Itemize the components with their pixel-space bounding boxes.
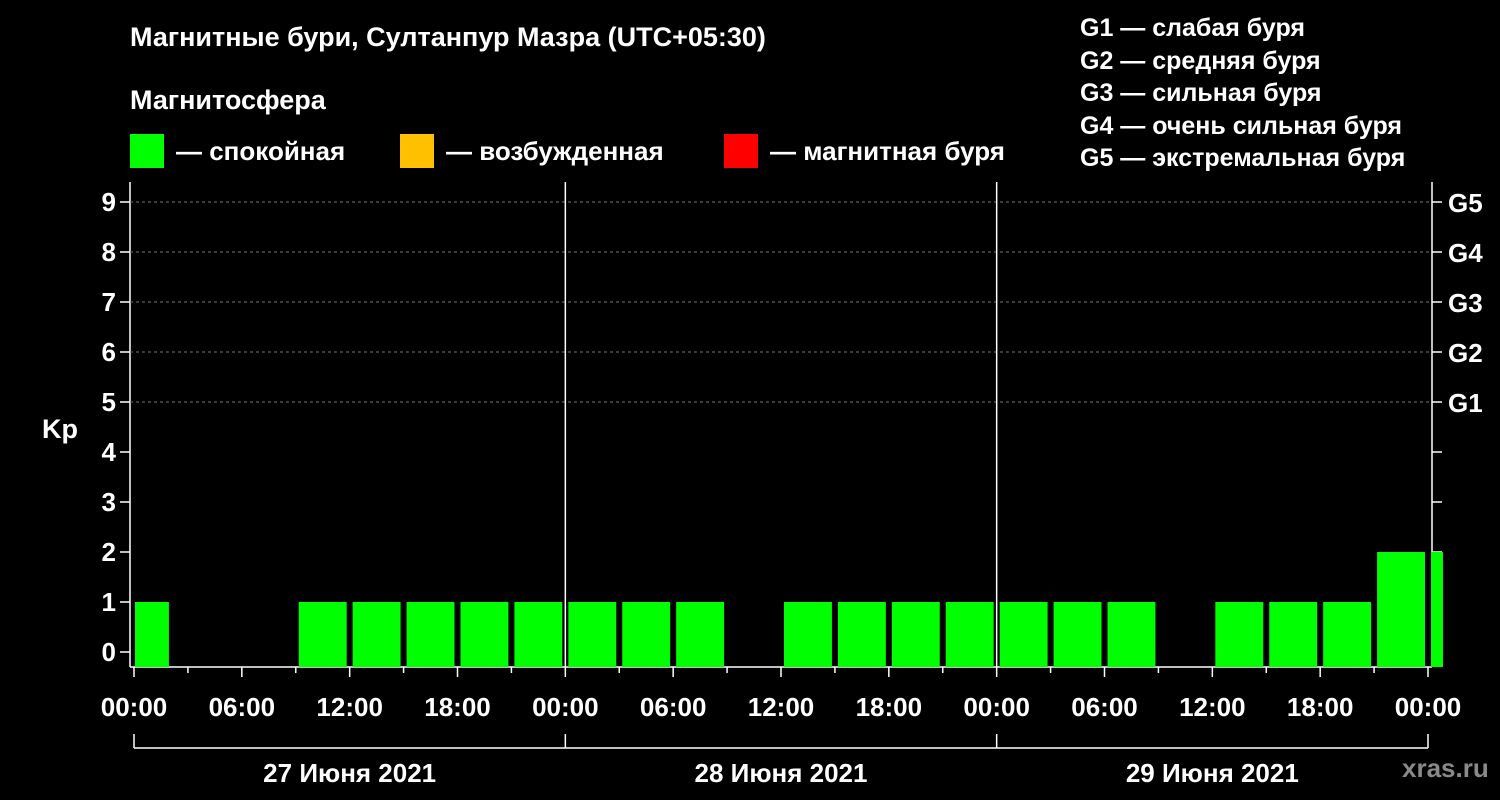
x-tick-label: 00:00 [101,692,168,722]
y-tick-label: 8 [102,237,116,267]
g-tick-label: G2 [1448,338,1483,368]
kp-bar [1053,602,1102,667]
g-tick-label: G4 [1448,238,1483,268]
x-tick-label: 06:00 [640,692,707,722]
kp-chart: 0 1 2 3 4 5 6 7 8 9 G1 G2 G3 G4 G5 Kp 00:00 06:00 12:00 18:… [42,182,1483,788]
y-tick-label: 4 [102,437,117,467]
day-label: 29 Июня 2021 [1126,758,1299,788]
kp-bar [1215,602,1264,667]
kp-bar [622,602,671,667]
kp-bar [945,602,994,667]
day-label: 27 Июня 2021 [263,758,436,788]
kp-bar [298,602,347,667]
g-tick-label: G1 [1448,388,1483,418]
y-tick-label: 7 [102,287,116,317]
y-tick-label: 6 [102,337,116,367]
x-tick-label: 12:00 [748,692,815,722]
kp-bar [568,602,617,667]
y-tick-label: 5 [102,387,116,417]
x-tick-label: 12:00 [1179,692,1246,722]
g-tick-label: G3 [1448,288,1483,318]
y-tick-label: 3 [102,487,116,517]
kp-bar [891,602,940,667]
kp-bar [352,602,401,667]
y-tick-label: 1 [102,587,116,617]
x-tick-label: 18:00 [856,692,923,722]
y-tick-label: 2 [102,537,116,567]
y-tick-label: 9 [102,187,116,217]
kp-bar [1431,552,1443,667]
kp-bar [1377,552,1425,667]
x-tick-label: 00:00 [1395,692,1462,722]
kp-bar [1107,602,1156,667]
x-tick-label: 00:00 [532,692,599,722]
kp-bar [837,602,886,667]
kp-bar [1323,602,1372,667]
y-tick-label: 0 [102,637,116,667]
kp-bar [406,602,455,667]
kp-bar [135,602,169,667]
x-tick-label: 06:00 [209,692,276,722]
kp-bar [514,602,563,667]
x-tick-label: 18:00 [424,692,491,722]
x-tick-label: 12:00 [316,692,383,722]
day-label: 28 Июня 2021 [695,758,868,788]
x-tick-label: 00:00 [963,692,1030,722]
g-tick-label: G5 [1448,188,1483,218]
y-axis-label: Kp [42,414,78,444]
x-tick-label: 18:00 [1287,692,1354,722]
x-tick-label: 06:00 [1071,692,1138,722]
kp-bar [999,602,1048,667]
watermark: xras.ru [1402,753,1489,783]
kp-bar [1269,602,1318,667]
kp-bar [460,602,509,667]
kp-bar [676,602,725,667]
kp-bar [784,602,832,667]
